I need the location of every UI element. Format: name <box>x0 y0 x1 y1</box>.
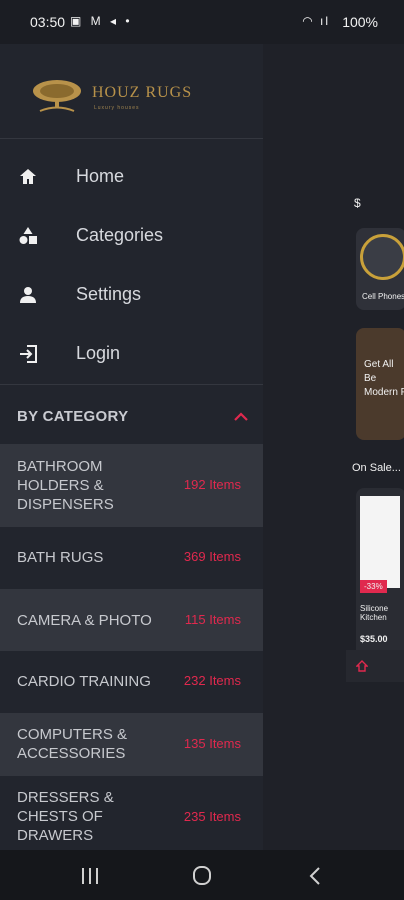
peek-category-image <box>360 234 404 280</box>
peek-bottom-bar <box>346 650 404 682</box>
home-button-icon[interactable] <box>190 866 214 886</box>
category-name: Camera & Photo <box>17 612 152 629</box>
category-row[interactable]: Bathroom Holders & Dispensers 192 Items <box>0 444 263 527</box>
category-name: Cardio Training <box>17 673 151 690</box>
category-name: Bath Rugs <box>17 549 104 566</box>
nav-item-home[interactable]: Home <box>0 147 263 205</box>
battery-level: 100% <box>342 14 378 30</box>
nav-item-login[interactable]: Login <box>0 324 263 382</box>
category-name: Dressers & Chests of Drawers <box>17 789 114 844</box>
category-count: 232 Items <box>183 673 241 688</box>
category-row[interactable]: Dressers & Chests of Drawers 235 Items <box>0 776 263 850</box>
status-time: 03:50 <box>30 14 66 30</box>
nav-item-settings[interactable]: Settings <box>0 265 263 323</box>
category-name: Computers & Accessories <box>17 726 128 762</box>
back-icon[interactable] <box>304 866 328 886</box>
brand-logo: HOUZ RUGS Luxury houses <box>30 78 220 118</box>
category-count: 369 Items <box>183 549 241 564</box>
home-icon[interactable] <box>356 660 368 672</box>
chevron-up-icon[interactable] <box>233 409 249 423</box>
nav-label: Settings <box>76 284 142 304</box>
category-count: 135 Items <box>183 736 241 751</box>
system-navigation-bar <box>0 850 404 900</box>
peek-product-name: Silicone Kitchen <box>360 604 389 622</box>
peek-category-card[interactable]: Cell Phones <box>356 228 404 310</box>
background-app: $ Cell Phones Get All Be Modern F On Sal… <box>346 180 404 682</box>
divider <box>0 384 263 385</box>
person-icon <box>20 287 36 303</box>
tree-logo-icon <box>33 80 81 112</box>
category-row[interactable]: Camera & Photo 115 Items <box>0 589 263 651</box>
peek-category-label: Cell Phones <box>362 292 404 301</box>
status-bar: 03:50 ▣ M ◂ • ◠ ıl 100% <box>0 0 404 44</box>
category-count: 115 Items <box>184 612 241 627</box>
recent-apps-icon[interactable] <box>78 866 102 886</box>
brand-name: HOUZ RUGS <box>92 84 193 101</box>
category-section-header[interactable]: BY CATEGORY <box>0 394 263 442</box>
peek-banner[interactable]: Get All Be Modern F <box>356 328 404 440</box>
nav-label: Login <box>76 343 121 363</box>
peek-product-price: $35.00 <box>360 634 388 644</box>
home-icon <box>20 169 36 184</box>
divider <box>0 138 263 139</box>
category-row[interactable]: Cardio Training 232 Items <box>0 651 263 713</box>
nav-label: Categories <box>76 225 164 245</box>
nav-item-categories[interactable]: Categories <box>0 206 263 264</box>
nav-label: Home <box>76 166 125 186</box>
peek-product-image <box>360 496 400 588</box>
category-row[interactable]: Bath Rugs 369 Items <box>0 527 263 589</box>
category-count: 192 Items <box>183 477 241 492</box>
peek-section-title: On Sale... <box>352 462 401 474</box>
category-row[interactable]: Computers & Accessories 135 Items <box>0 713 263 776</box>
login-icon <box>20 345 37 363</box>
signal-icons: ◠ ıl <box>302 14 330 28</box>
navigation-drawer: HOUZ RUGS Luxury houses Home Categories … <box>0 44 263 850</box>
notification-icons: ▣ M ◂ • <box>70 14 133 28</box>
category-name: Bathroom Holders & Dispensers <box>17 458 114 513</box>
categories-icon <box>19 227 37 244</box>
brand-tagline: Luxury houses <box>94 105 140 111</box>
category-count: 235 Items <box>183 809 241 824</box>
category-section-title: BY CATEGORY <box>17 408 129 425</box>
peek-banner-text: Get All Be Modern F <box>364 359 404 398</box>
discount-badge: -33% <box>360 580 387 593</box>
peek-icon: $ <box>354 196 361 210</box>
